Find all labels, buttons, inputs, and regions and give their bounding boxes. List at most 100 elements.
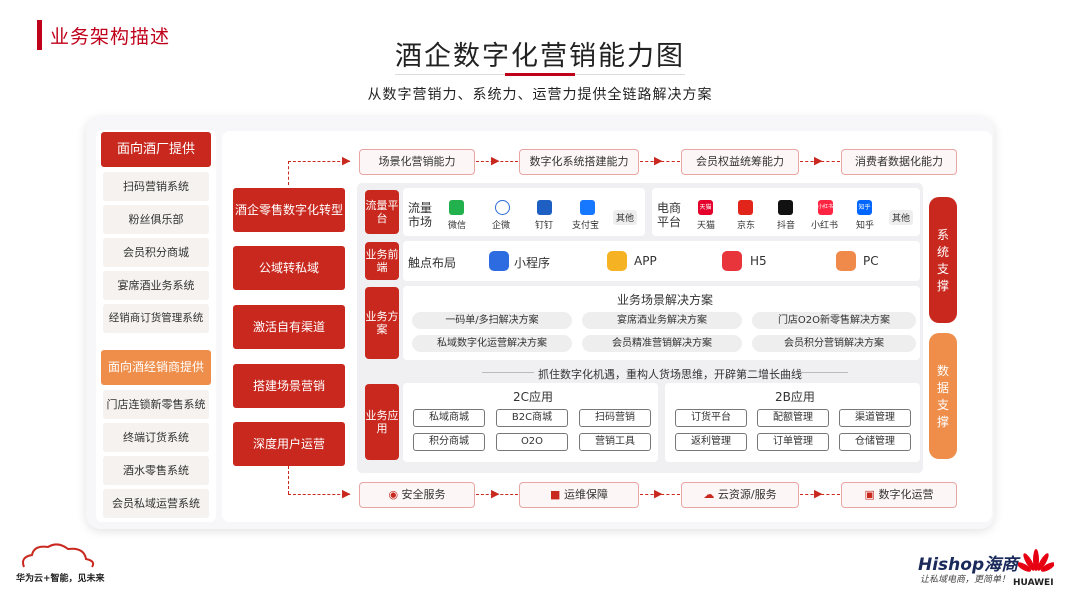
touchpoint-item: 小程序: [514, 256, 551, 270]
support-step: ☁ 云资源/服务: [681, 482, 799, 508]
brewery-item: 宴席酒业务系统: [103, 271, 209, 300]
flow-connector: [288, 466, 289, 494]
support-step-label: 云资源/服务: [717, 488, 777, 501]
xiaohongshu-icon: 小红书: [818, 200, 833, 215]
app-module: 扫码营销: [579, 409, 651, 427]
alipay-icon: [580, 200, 595, 215]
strategy-box: 搭建场景营销: [233, 364, 345, 408]
app-module: 配额管理: [757, 409, 829, 427]
tmall-icon: 天猫: [698, 200, 713, 215]
page-title: 酒企数字化营销能力图: [395, 41, 685, 72]
app-icon: [607, 251, 627, 271]
app-label: 支付宝: [572, 221, 600, 231]
traffic-market-card: [403, 188, 645, 236]
brewery-header: 面向酒厂提供: [101, 132, 211, 167]
app-module: 积分商城: [413, 433, 485, 451]
dealer-item: 酒水零售系统: [103, 456, 209, 485]
h5-icon: [722, 251, 742, 271]
app-module: 私域商城: [413, 409, 485, 427]
system-support-bar: 系统支撑: [929, 197, 957, 323]
flow-connector: [288, 161, 289, 185]
other-apps-label: 其他: [613, 210, 638, 225]
2b-title: 2B应用: [775, 390, 815, 404]
zhihu-icon: 知乎: [857, 200, 872, 215]
dealer-item: 终端订货系统: [103, 423, 209, 452]
huawei-cloud-slogan: 华为云+智能，见未来: [16, 574, 105, 584]
wechat-icon: [449, 200, 464, 215]
strategy-box: 酒企零售数字化转型: [233, 188, 345, 232]
app-label: 京东: [737, 221, 756, 231]
huawei-logo-icon: [1018, 549, 1054, 572]
divider: [796, 372, 848, 373]
dingtalk-icon: [537, 200, 552, 215]
strategy-box: 激活自有渠道: [233, 305, 345, 349]
app-module: 营销工具: [579, 433, 651, 451]
divider: [482, 372, 534, 373]
data-support-label: 数据支撑: [936, 364, 949, 429]
data-support-bar: 数据支撑: [929, 333, 957, 459]
flow-connector: [288, 494, 350, 495]
capability-step: 消费者数据化能力: [841, 149, 957, 175]
solutions-title: 业务场景解决方案: [617, 293, 714, 307]
arrow-right-icon: ▶: [654, 154, 663, 167]
solution-item: 宴席酒业务解决方案: [582, 312, 742, 329]
support-step-label: 运维保障: [563, 488, 608, 501]
layer-tag-frontend: 业务前端: [365, 242, 399, 280]
arrow-right-icon: ▶: [814, 487, 823, 500]
capability-step: 场景化营销能力: [359, 149, 475, 175]
provider-column: 面向酒厂提供 扫码营销系统 粉丝俱乐部 会员积分商城 宴席酒业务系统 经销商订货…: [96, 130, 216, 522]
solution-item: 会员精准营销解决方案: [582, 335, 742, 352]
strategy-box: 深度用户运营: [233, 422, 345, 466]
brewery-item: 粉丝俱乐部: [103, 205, 209, 234]
layer-tag-apps: 业务应用: [365, 384, 399, 460]
strategy-box: 公域转私域: [233, 246, 345, 290]
solution-item: 门店O2O新零售解决方案: [752, 312, 916, 329]
pc-icon: [836, 251, 856, 271]
touchpoint-label: 触点布局: [408, 256, 457, 270]
chart-icon: ▣: [864, 488, 875, 501]
arrow-right-icon: ▶: [491, 154, 500, 167]
app-module: 渠道管理: [839, 409, 911, 427]
arrow-right-icon: ▶: [814, 154, 823, 167]
page-subtitle: 从数字营销力、系统力、运营力提供全链路解决方案: [367, 87, 713, 103]
ecommerce-label: 电商平台: [657, 201, 682, 229]
app-label: 天猫: [697, 221, 716, 231]
tools-icon: ■: [550, 488, 561, 501]
app-module: 订单管理: [757, 433, 829, 451]
support-step: ■ 运维保障: [519, 482, 639, 508]
2c-title: 2C应用: [513, 390, 554, 404]
cloud-icon: ☁: [703, 488, 715, 501]
app-label: 微信: [448, 221, 467, 231]
support-step-label: 安全服务: [401, 488, 446, 501]
shield-icon: ◉: [388, 488, 399, 501]
app-module: 仓储管理: [839, 433, 911, 451]
miniprogram-icon: [489, 251, 509, 271]
solution-item: 私域数字化运营解决方案: [412, 335, 572, 352]
capability-step: 会员权益统筹能力: [681, 149, 799, 175]
layer-tag-traffic: 流量平台: [365, 190, 399, 234]
app-module: 订货平台: [675, 409, 747, 427]
app-label: 知乎: [856, 221, 875, 231]
app-module: B2C商城: [496, 409, 568, 427]
arrow-right-icon: ▶: [491, 487, 500, 500]
solution-item: 会员积分营销解决方案: [752, 335, 916, 352]
brewery-item: 经销商订货管理系统: [103, 304, 209, 333]
arrow-right-icon: ▶: [342, 487, 351, 500]
layer-tag-solutions: 业务方案: [365, 287, 399, 359]
title-underline: [395, 73, 685, 76]
support-step-label: 数字化运营: [878, 488, 934, 501]
dealer-header: 面向酒经销商提供: [101, 350, 211, 385]
flow-connector: [288, 161, 350, 162]
app-module: 返利管理: [675, 433, 747, 451]
support-step: ◉ 安全服务: [359, 482, 475, 508]
app-label: 钉钉: [535, 221, 554, 231]
dealer-item: 门店连锁新零售系统: [103, 390, 209, 419]
arrow-right-icon: ▶: [342, 154, 351, 167]
solution-item: 一码单/多扫解决方案: [412, 312, 572, 329]
brewery-item: 会员积分商城: [103, 238, 209, 267]
dealer-item: 会员私域运营系统: [103, 489, 209, 518]
other-apps-label: 其他: [889, 210, 914, 225]
touchpoint-item: PC: [863, 254, 879, 268]
traffic-market-label: 流量市场: [408, 201, 433, 229]
app-module: O2O: [496, 433, 568, 451]
